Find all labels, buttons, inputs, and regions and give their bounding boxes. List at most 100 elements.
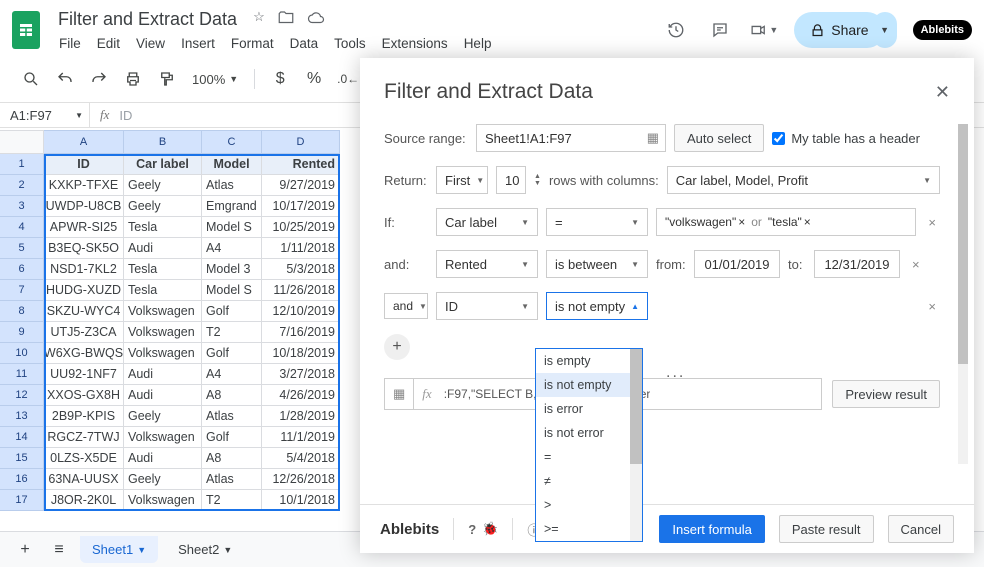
row-header[interactable]: 10 bbox=[0, 343, 44, 364]
auto-select-button[interactable]: Auto select bbox=[674, 124, 764, 152]
all-sheets-button[interactable]: ≡ bbox=[46, 537, 72, 563]
and-op-select[interactable]: is between▼ bbox=[546, 250, 648, 278]
cell[interactable]: 12/26/2018 bbox=[262, 469, 340, 490]
menu-insert[interactable]: Insert bbox=[174, 34, 222, 53]
menu-extensions[interactable]: Extensions bbox=[375, 34, 455, 53]
stepper-down-icon[interactable]: ▼ bbox=[534, 180, 541, 187]
spreadsheet-grid[interactable]: ABCD1IDCar labelModelRented2KXKP-TFXEGee… bbox=[0, 130, 360, 511]
return-cols-select[interactable]: Car label, Model, Profit▼ bbox=[667, 166, 940, 194]
cell[interactable]: KXKP-TFXE bbox=[44, 175, 124, 196]
cell[interactable]: 9/27/2019 bbox=[262, 175, 340, 196]
sheet-tab-1[interactable]: Sheet1 ▼ bbox=[80, 536, 158, 563]
menu-help[interactable]: Help bbox=[457, 34, 499, 53]
sheet-tab-2[interactable]: Sheet2 ▼ bbox=[166, 536, 244, 563]
cell[interactable]: Volkswagen bbox=[124, 427, 202, 448]
cell[interactable]: Model S bbox=[202, 280, 262, 301]
paint-format-icon[interactable] bbox=[154, 66, 180, 92]
cell[interactable]: 5/4/2018 bbox=[262, 448, 340, 469]
cell[interactable]: Tesla bbox=[124, 280, 202, 301]
bug-icon[interactable]: 🐞 bbox=[482, 521, 498, 537]
cell[interactable]: Geely bbox=[124, 196, 202, 217]
meet-icon[interactable]: ▼ bbox=[750, 16, 778, 44]
scrollbar[interactable] bbox=[630, 349, 642, 541]
col-header[interactable]: A bbox=[44, 130, 124, 154]
cell[interactable]: Volkswagen bbox=[124, 343, 202, 364]
row-header[interactable]: 13 bbox=[0, 406, 44, 427]
cell[interactable]: J8OR-2K0L bbox=[44, 490, 124, 511]
dropdown-option[interactable]: > bbox=[536, 493, 642, 517]
remove-condition-icon[interactable]: × bbox=[924, 215, 940, 230]
format-currency-button[interactable]: $ bbox=[267, 66, 293, 92]
cell[interactable]: 11/1/2019 bbox=[262, 427, 340, 448]
search-icon[interactable] bbox=[18, 66, 44, 92]
row-header[interactable]: 12 bbox=[0, 385, 44, 406]
cell[interactable]: Golf bbox=[202, 427, 262, 448]
cell[interactable]: Atlas bbox=[202, 406, 262, 427]
sheets-logo-icon[interactable] bbox=[12, 11, 40, 49]
dropdown-option[interactable]: is not empty bbox=[536, 373, 642, 397]
row-header[interactable]: 17 bbox=[0, 490, 44, 511]
cell[interactable]: 0LZS-X5DE bbox=[44, 448, 124, 469]
row-header[interactable]: 15 bbox=[0, 448, 44, 469]
cell[interactable]: Model 3 bbox=[202, 259, 262, 280]
cell[interactable]: 3/27/2018 bbox=[262, 364, 340, 385]
cell[interactable]: Atlas bbox=[202, 469, 262, 490]
cloud-icon[interactable] bbox=[307, 9, 325, 30]
cell[interactable]: UU92-1NF7 bbox=[44, 364, 124, 385]
cell[interactable]: T2 bbox=[202, 322, 262, 343]
doc-title[interactable]: Filter and Extract Data bbox=[52, 7, 243, 32]
row-header[interactable]: 14 bbox=[0, 427, 44, 448]
move-icon[interactable] bbox=[277, 9, 295, 30]
return-n-input[interactable]: 10 bbox=[496, 166, 526, 194]
format-percent-button[interactable]: % bbox=[301, 66, 327, 92]
cell[interactable]: Golf bbox=[202, 301, 262, 322]
menu-edit[interactable]: Edit bbox=[90, 34, 127, 53]
redo-icon[interactable] bbox=[86, 66, 112, 92]
logic-select[interactable]: and▼ bbox=[384, 293, 428, 319]
and2-col-select[interactable]: ID▼ bbox=[436, 292, 538, 320]
ablebits-badge[interactable]: Ablebits bbox=[913, 20, 972, 40]
to-date-input[interactable]: 12/31/2019 bbox=[814, 250, 900, 278]
row-header[interactable]: 3 bbox=[0, 196, 44, 217]
row-header[interactable]: 4 bbox=[0, 217, 44, 238]
if-col-select[interactable]: Car label▼ bbox=[436, 208, 538, 236]
cell[interactable]: Audi bbox=[124, 364, 202, 385]
cell[interactable]: Atlas bbox=[202, 175, 262, 196]
star-icon[interactable]: ☆ bbox=[253, 9, 265, 30]
cell[interactable]: 1/11/2018 bbox=[262, 238, 340, 259]
cell[interactable]: 4/26/2019 bbox=[262, 385, 340, 406]
preview-button[interactable]: Preview result bbox=[832, 380, 940, 408]
source-range-input[interactable]: Sheet1!A1:F97 ▦ bbox=[476, 124, 666, 152]
has-header-checkbox-input[interactable] bbox=[772, 132, 785, 145]
cell[interactable]: Audi bbox=[124, 238, 202, 259]
close-icon[interactable]: ✕ bbox=[935, 82, 950, 103]
insert-formula-button[interactable]: Insert formula bbox=[659, 515, 764, 543]
row-header[interactable]: 1 bbox=[0, 154, 44, 175]
cell[interactable]: RGCZ-7TWJ bbox=[44, 427, 124, 448]
dropdown-option[interactable]: >= bbox=[536, 517, 642, 541]
grid-picker-icon[interactable]: ▦ bbox=[385, 379, 414, 409]
row-header[interactable]: 16 bbox=[0, 469, 44, 490]
zoom-select[interactable]: 100%▼ bbox=[188, 72, 242, 87]
cell[interactable]: Car label bbox=[124, 154, 202, 175]
row-header[interactable]: 5 bbox=[0, 238, 44, 259]
add-sheet-button[interactable]: + bbox=[12, 537, 38, 563]
cell[interactable]: 1/28/2019 bbox=[262, 406, 340, 427]
cell[interactable]: Golf bbox=[202, 343, 262, 364]
if-value-input[interactable]: "volkswagen" × or "tesla" × bbox=[656, 208, 916, 236]
cell[interactable]: Geely bbox=[124, 406, 202, 427]
cell[interactable]: 11/26/2018 bbox=[262, 280, 340, 301]
col-header[interactable]: B bbox=[124, 130, 202, 154]
dropdown-option[interactable]: is not error bbox=[536, 421, 642, 445]
and2-op-select[interactable]: is not empty▲ bbox=[546, 292, 648, 320]
cell[interactable]: UTJ5-Z3CA bbox=[44, 322, 124, 343]
cell[interactable]: W6XG-BWQS bbox=[44, 343, 124, 364]
dropdown-option[interactable]: is error bbox=[536, 397, 642, 421]
share-button[interactable]: Share bbox=[794, 12, 884, 48]
cell[interactable]: Audi bbox=[124, 448, 202, 469]
cell[interactable]: T2 bbox=[202, 490, 262, 511]
share-dropdown[interactable]: ▼ bbox=[873, 12, 897, 48]
cell[interactable]: Rented bbox=[262, 154, 340, 175]
cell[interactable]: 5/3/2018 bbox=[262, 259, 340, 280]
cell[interactable]: Tesla bbox=[124, 217, 202, 238]
